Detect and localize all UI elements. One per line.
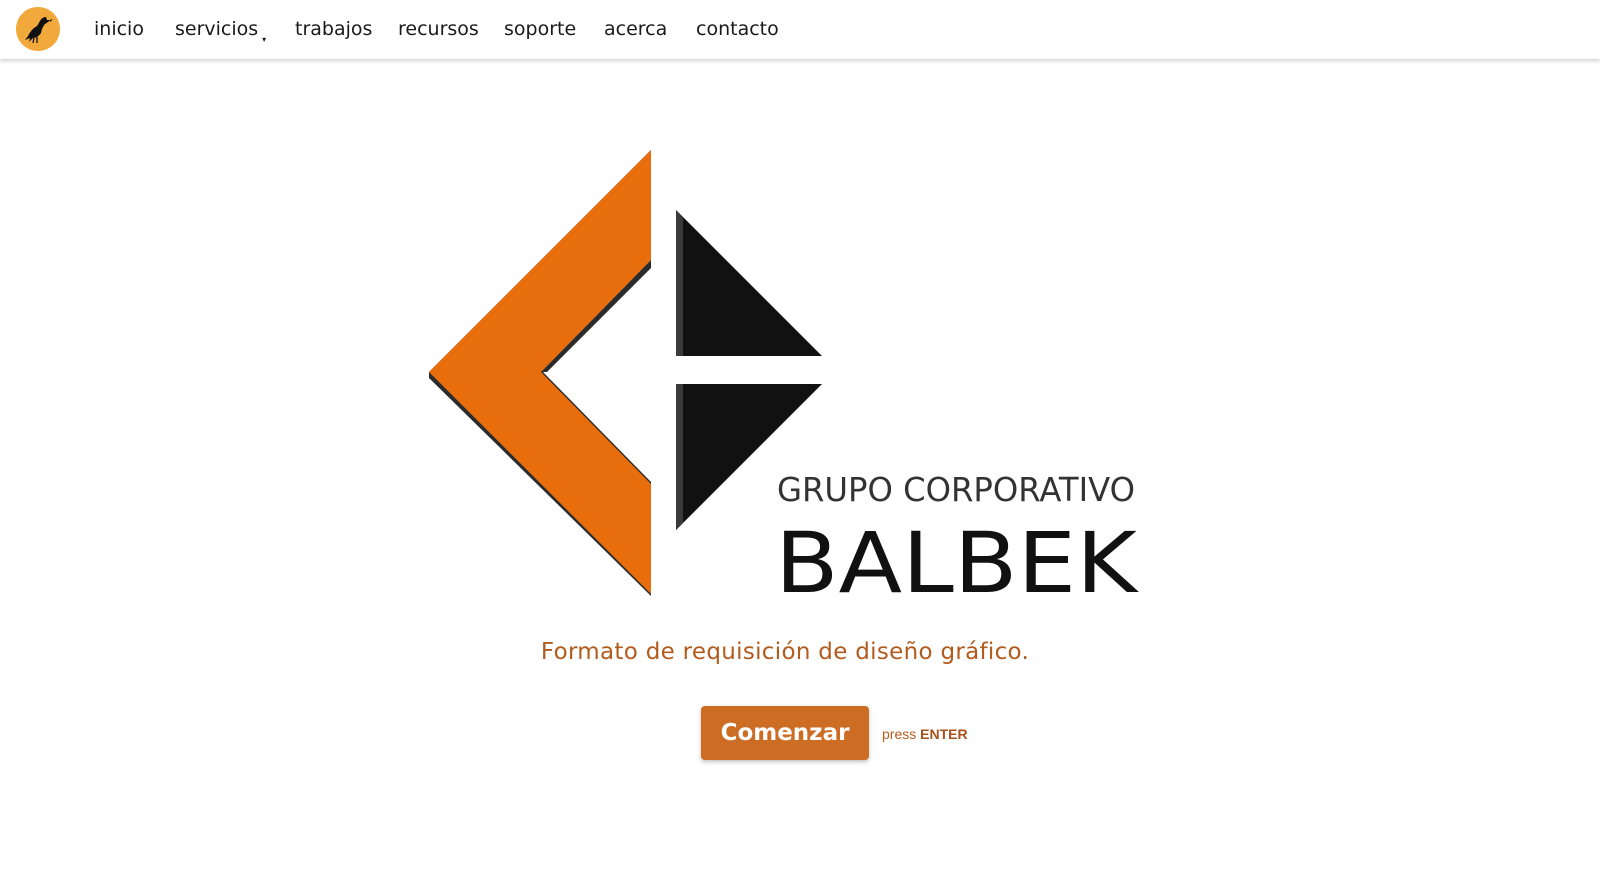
top-navbar: inicio servicios ▾ trabajos recursos sopo… bbox=[0, 0, 1600, 59]
brand-line2: BALBEK bbox=[775, 514, 1139, 600]
logo-upper-triangle bbox=[676, 210, 822, 356]
nav-link-servicios[interactable]: servicios ▾ bbox=[175, 17, 266, 45]
start-button[interactable]: Comenzar bbox=[701, 706, 869, 760]
nav-link-trabajos[interactable]: trabajos bbox=[295, 17, 372, 41]
press-enter-hint: press ENTER bbox=[882, 725, 968, 743]
nav-link-recursos[interactable]: recursos bbox=[398, 17, 479, 41]
nav-link-inicio[interactable]: inicio bbox=[94, 17, 144, 41]
crow-logo-icon[interactable] bbox=[16, 7, 60, 51]
balbek-logo: GRUPO CORPORATIVO BALBEK bbox=[425, 148, 1145, 600]
chevron-down-icon: ▾ bbox=[262, 35, 267, 44]
nav-link-contacto[interactable]: contacto bbox=[696, 17, 779, 41]
press-hint-prefix: press bbox=[882, 726, 917, 742]
brand-line1: GRUPO CORPORATIVO bbox=[777, 470, 1135, 509]
nav-link-soporte[interactable]: soporte bbox=[504, 17, 576, 41]
nav-link-acerca[interactable]: acerca bbox=[604, 17, 667, 41]
press-hint-key: ENTER bbox=[920, 726, 968, 742]
nav-link-servicios-label: servicios bbox=[175, 18, 259, 40]
logo-chevron bbox=[429, 150, 651, 594]
form-tagline: Formato de requisición de diseño gráfico… bbox=[540, 639, 1030, 665]
